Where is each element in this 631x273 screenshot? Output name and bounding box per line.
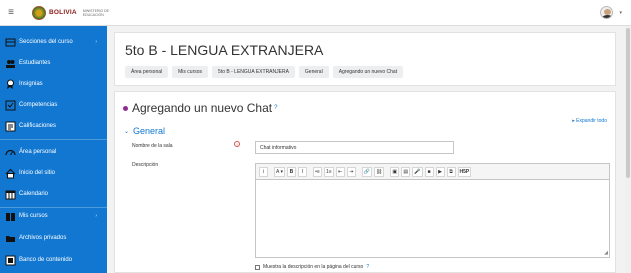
link-button[interactable]: 🔗 (361, 166, 372, 177)
chevron-down-icon[interactable]: ▾ (619, 10, 622, 16)
sidebar-item-students[interactable]: Estudiantes (0, 53, 107, 73)
hamburger-icon[interactable]: ≡ (0, 0, 22, 26)
sidebar-divider (0, 139, 107, 140)
breadcrumb-item[interactable]: Agregando un nuevo Chat (332, 66, 404, 78)
files-icon (5, 233, 16, 244)
chevron-right-icon: › (95, 39, 97, 45)
sidebar-item-badges[interactable]: Insignias (0, 74, 107, 94)
breadcrumb-item[interactable]: 5to B - LENGUA EXTRANJERA (212, 66, 295, 78)
badge-icon (5, 79, 16, 90)
show-description-label: Muestra la descripción en la página del … (263, 264, 364, 270)
dashboard-icon (5, 147, 16, 158)
breadcrumb: Área personal Mis cursos 5to B - LENGUA … (125, 66, 404, 78)
sidebar-item-label: Competencias (19, 102, 58, 108)
courses-icon (5, 211, 16, 222)
bullet-list-button[interactable]: •≡ (312, 166, 322, 177)
sidebar-item-content-bank[interactable]: Banco de contenido (0, 250, 107, 270)
required-icon: ! (234, 141, 240, 147)
manage-files-button[interactable]: ▶ (435, 166, 445, 177)
show-description-row: Muestra la descripción en la página del … (255, 264, 369, 270)
help-icon[interactable]: ? (274, 105, 277, 111)
outdent-button[interactable]: ⇤ (335, 166, 345, 177)
chevron-down-icon: ⌄ (124, 128, 130, 135)
section-title: General (133, 126, 166, 136)
form-heading-text: Agregando un nuevo Chat (132, 101, 273, 115)
record-video-button[interactable]: ■ (424, 166, 434, 177)
sidebar-item-label: Calificaciones (19, 123, 57, 129)
indent-button[interactable]: ⇥ (346, 166, 356, 177)
sidebar-item-dashboard[interactable]: Área personal (0, 142, 107, 162)
breadcrumb-item[interactable]: General (298, 66, 329, 78)
resize-grip-icon[interactable]: ◢ (604, 250, 608, 256)
home-icon (5, 168, 16, 179)
user-avatar[interactable] (600, 6, 613, 19)
page-title: 5to B - LENGUA EXTRANJERA (125, 42, 324, 58)
help-icon[interactable]: ? (366, 264, 369, 270)
grades-icon (5, 121, 16, 132)
unlink-button[interactable]: ⛓ (373, 166, 385, 177)
copy-button[interactable]: ⧉ (446, 166, 456, 177)
numbered-list-button[interactable]: 1≡ (323, 166, 334, 177)
sidebar-item-label: Archivos privados (19, 235, 67, 241)
scrollbar-thumb[interactable] (626, 28, 630, 178)
toolbar-toggle-button[interactable]: i (259, 166, 268, 177)
record-audio-button[interactable]: 🎤 (412, 166, 423, 177)
sidebar-item-label: Insignias (19, 81, 43, 87)
show-description-checkbox[interactable] (255, 264, 260, 270)
content-bank-icon (5, 255, 16, 266)
sidebar-item-my-courses[interactable]: Mis cursos › (0, 206, 107, 226)
sidebar-item-label: Banco de contenido (19, 257, 73, 263)
expand-all-label: Expandir todo (576, 118, 607, 124)
logo-subtitle: MINISTERIO DE EDUCACIÓN (82, 8, 110, 17)
h5p-button[interactable]: H5P (457, 166, 472, 177)
section-toggle-general[interactable]: ⌄ General (124, 126, 165, 136)
form-card: Agregando un nuevo Chat ? ▸ Expandir tod… (114, 91, 616, 273)
room-name-input[interactable]: Chat informativo (255, 141, 454, 154)
sidebar-item-home[interactable]: Inicio del sitio (0, 163, 107, 183)
sidebar-item-grades[interactable]: Calificaciones (0, 116, 107, 136)
sidebar-item-calendar[interactable]: Calendario (0, 184, 107, 204)
expand-all-link[interactable]: ▸ Expandir todo (572, 118, 607, 124)
sidebar-item-competencies[interactable]: Competencias (0, 95, 107, 115)
sections-icon (5, 37, 16, 48)
sidebar-item-label: Mis cursos (19, 213, 48, 219)
competencies-icon (5, 100, 16, 111)
site-logo[interactable]: BOLIVIA MINISTERIO DE EDUCACIÓN (32, 5, 115, 20)
italic-button[interactable]: I (297, 166, 307, 177)
description-editor: i A ▾ B I •≡ 1≡ ⇤ ⇥ 🔗 ⛓ ▣ ▤ 🎤 ■ ▶ ⧉ H5P … (255, 163, 610, 258)
chat-icon (123, 105, 128, 111)
editor-toolbar: i A ▾ B I •≡ 1≡ ⇤ ⇥ 🔗 ⛓ ▣ ▤ 🎤 ■ ▶ ⧉ H5P (256, 164, 609, 180)
course-header: 5to B - LENGUA EXTRANJERA Área personal … (114, 32, 616, 86)
image-button[interactable]: ▣ (390, 166, 400, 177)
sidebar-item-label: Secciones del curso (19, 39, 73, 45)
font-style-button[interactable]: A ▾ (274, 166, 285, 177)
form-heading: Agregando un nuevo Chat ? (123, 101, 277, 115)
sidebar-item-label: Inicio del sitio (19, 170, 56, 176)
room-name-label: Nombre de la sala (132, 143, 173, 149)
sidebar-item-label: Área personal (19, 149, 57, 155)
sidebar-item-private-files[interactable]: Archivos privados (0, 228, 107, 248)
logo-text: BOLIVIA (49, 9, 77, 16)
students-icon (5, 58, 16, 69)
breadcrumb-item[interactable]: Área personal (125, 66, 169, 78)
page-scrollbar[interactable] (625, 26, 631, 273)
breadcrumb-item[interactable]: Mis cursos (172, 66, 209, 78)
calendar-icon (5, 189, 16, 200)
sidebar: Secciones del curso › Estudiantes Insign… (0, 26, 107, 273)
top-navbar: ≡ BOLIVIA MINISTERIO DE EDUCACIÓN ▾ (0, 0, 631, 26)
chevron-right-icon: › (95, 213, 97, 219)
media-button[interactable]: ▤ (401, 166, 411, 177)
description-label: Descripción (132, 162, 159, 168)
sidebar-item-sections[interactable]: Secciones del curso › (0, 32, 107, 52)
coat-of-arms-icon (32, 5, 46, 20)
sidebar-item-label: Estudiantes (19, 60, 51, 66)
bold-button[interactable]: B (286, 166, 296, 177)
description-textarea[interactable] (256, 180, 609, 257)
sidebar-item-label: Calendario (19, 191, 49, 197)
